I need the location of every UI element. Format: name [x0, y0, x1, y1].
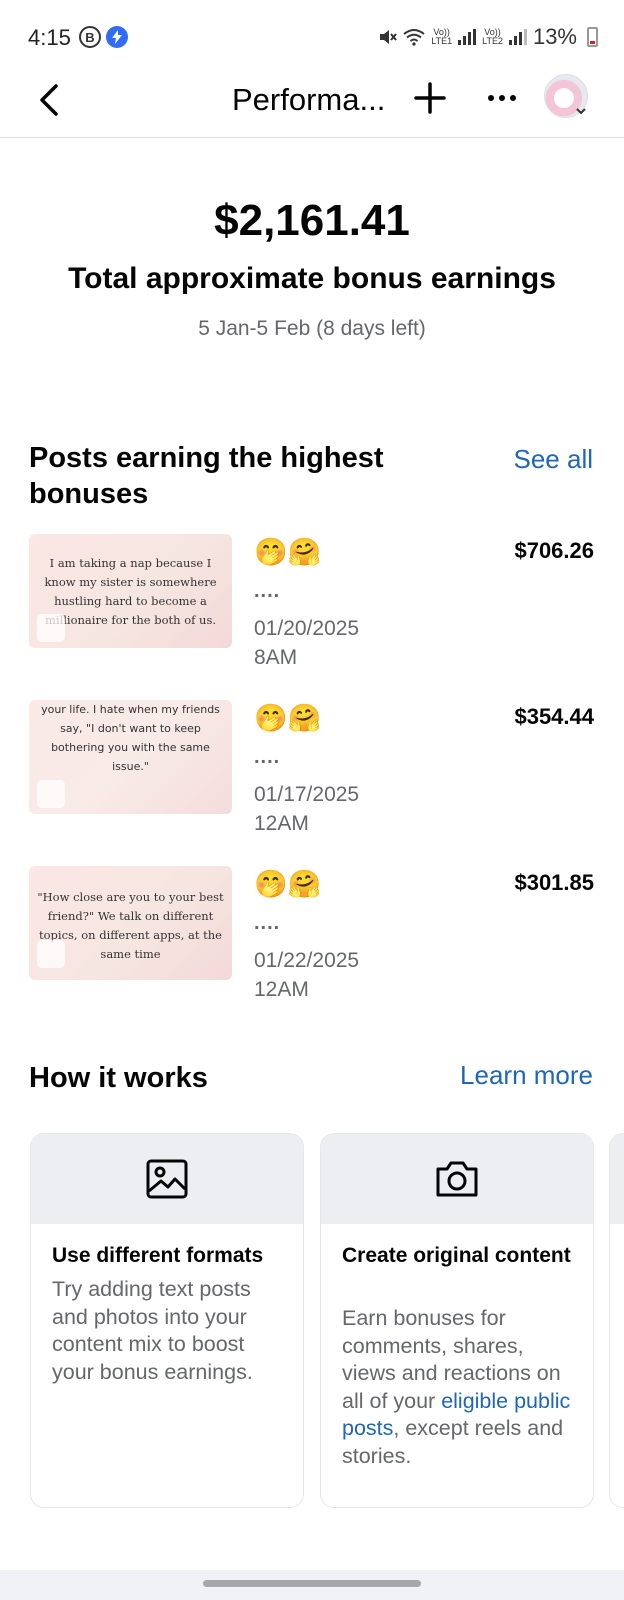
post-date: 01/22/2025 12AM	[254, 946, 359, 1004]
top-posts-heading: Posts earning the highest bonuses	[29, 442, 384, 510]
post-thumbnail[interactable]: I am taking a nap because I know my sist…	[29, 534, 232, 648]
signal-icon	[458, 29, 477, 45]
b-badge-icon: B	[79, 26, 101, 48]
camera-icon	[436, 1161, 478, 1197]
wifi-icon	[403, 29, 425, 46]
image-icon	[37, 614, 65, 642]
post-bonus-amount: $706.26	[514, 538, 594, 563]
post-date-time: 12AM	[254, 978, 309, 1001]
battery-percent: 13%	[532, 24, 577, 49]
mute-icon	[380, 30, 398, 44]
tip-card-original-content[interactable]: Create original content Earn bonuses for…	[320, 1133, 594, 1508]
home-indicator[interactable]	[203, 1580, 421, 1587]
top-app-bar: Performa...	[0, 70, 624, 138]
back-button[interactable]	[30, 80, 70, 120]
post-caption-emojis: 🤭🤗	[254, 703, 322, 733]
chevron-left-icon	[40, 84, 58, 116]
status-bar: 4:15 B Vo)) LTE1 Vo)) LTE2 13%	[0, 0, 624, 70]
card-heading: Use different formats	[52, 1244, 264, 1267]
post-caption-dots: ....	[254, 580, 281, 602]
card-icon-area	[321, 1134, 593, 1224]
card-icon-area	[610, 1134, 624, 1224]
post-date-day: 01/20/2025	[254, 617, 360, 640]
create-button[interactable]	[410, 78, 450, 118]
post-date: 01/20/2025 8AM	[254, 614, 359, 672]
post-caption-dots: ....	[254, 912, 281, 934]
more-options-button[interactable]	[480, 78, 524, 118]
post-date: 01/17/2025 12AM	[254, 780, 359, 838]
post-caption-emojis: 🤭🤗	[254, 869, 322, 899]
total-bonus-amount: $2,161.41	[214, 196, 410, 245]
post-thumbnail[interactable]: "How close are you to your best friend?"…	[29, 866, 232, 980]
post-thumbnail-text: your life. I hate when my friends say, "…	[41, 703, 220, 773]
post-bonus-amount: $301.85	[514, 870, 594, 895]
see-all-link[interactable]: See all	[514, 444, 594, 475]
post-date-time: 8AM	[254, 646, 298, 669]
date-range: 5 Jan-5 Feb (8 days left)	[198, 317, 426, 340]
status-indicators: Vo)) LTE1 Vo)) LTE2 13%	[377, 24, 598, 50]
sim2-label: Vo)) LTE2	[482, 27, 503, 46]
page-title: Performa...	[232, 82, 386, 117]
top-post-item[interactable]: your life. I hate when my friends say, "…	[0, 700, 624, 840]
tip-card-formats[interactable]: Use different formats Try adding text po…	[30, 1133, 304, 1508]
image-icon	[37, 780, 65, 808]
signal-icon	[508, 29, 527, 45]
post-date-time: 12AM	[254, 812, 309, 835]
plus-icon	[414, 82, 446, 114]
image-icon	[37, 940, 65, 968]
post-thumbnail[interactable]: your life. I hate when my friends say, "…	[29, 700, 232, 814]
image-icon	[146, 1159, 188, 1199]
total-bonus-label: Total approximate bonus earnings	[68, 262, 556, 295]
how-it-works-heading: How it works	[29, 1062, 208, 1094]
chevron-down-icon	[576, 108, 586, 115]
card-body: Try adding text posts and photos into yo…	[52, 1277, 253, 1384]
post-caption-emojis: 🤭🤗	[254, 537, 322, 567]
status-time: 4:15	[28, 25, 71, 50]
post-date-day: 01/17/2025	[254, 783, 360, 806]
card-icon-area	[31, 1134, 303, 1224]
bolt-icon	[106, 26, 128, 48]
card-body: Earn bonuses for comments, shares, views…	[342, 1305, 579, 1470]
top-post-item[interactable]: "How close are you to your best friend?"…	[0, 866, 624, 1006]
more-horizontal-icon	[488, 95, 494, 101]
top-post-item[interactable]: I am taking a nap because I know my sist…	[0, 534, 624, 674]
sim1-label: Vo)) LTE1	[431, 27, 453, 46]
battery-icon	[587, 27, 598, 47]
post-caption-dots: ....	[254, 746, 281, 768]
post-date-day: 01/22/2025	[254, 949, 360, 972]
post-bonus-amount: $354.44	[514, 704, 594, 729]
tip-card-partial[interactable]	[609, 1133, 624, 1508]
learn-more-link[interactable]: Learn more	[460, 1060, 593, 1091]
card-heading: Create original content	[342, 1244, 571, 1267]
